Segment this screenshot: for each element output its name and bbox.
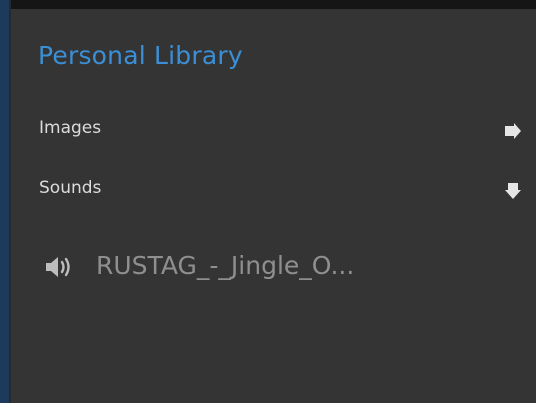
sound-name: RUSTAG_-_Jingle_O... [96,251,355,280]
category-label: Images [39,118,102,138]
speaker-icon[interactable] [44,255,74,279]
category-images[interactable]: Images [11,112,536,156]
panel-title: Personal Library [38,41,243,70]
arrow-right-icon[interactable] [504,122,522,140]
arrow-down-icon[interactable] [504,182,522,200]
panel-top-border [0,0,536,9]
category-label: Sounds [39,178,102,198]
category-sounds[interactable]: Sounds [11,172,536,216]
sound-item[interactable]: RUSTAG_-_Jingle_O... [44,251,504,287]
personal-library-panel: Personal Library Images Sounds RUSTAG_-_… [0,0,536,403]
panel-left-accent [0,0,9,403]
